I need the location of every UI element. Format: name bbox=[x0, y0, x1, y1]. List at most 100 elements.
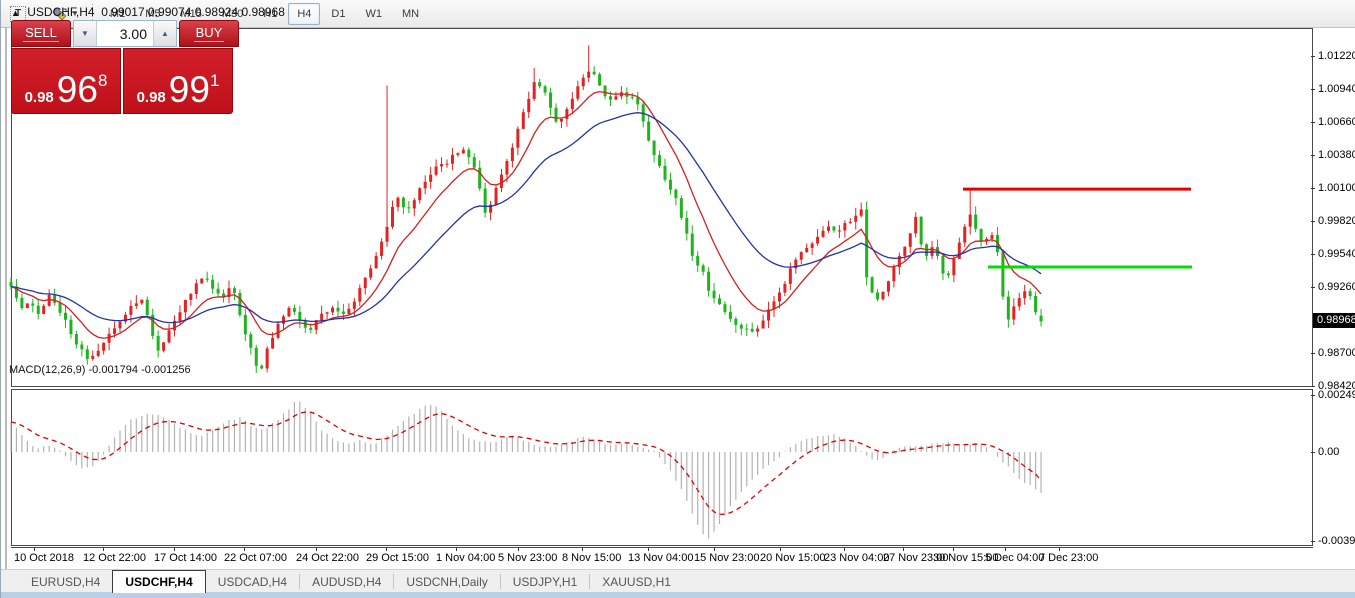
price-tick-label: 1.00380 bbox=[1318, 149, 1355, 161]
date-tick-label: 17 Oct 14:00 bbox=[154, 552, 217, 564]
axis-tick-mark bbox=[1311, 56, 1315, 57]
date-tick-mark bbox=[174, 548, 175, 551]
macd-indicator-label: MACD(12,26,9) -0.001794 -0.001256 bbox=[9, 364, 191, 376]
tab-usdchf-h4[interactable]: USDCHF,H4 bbox=[112, 570, 205, 593]
date-tick-mark bbox=[34, 548, 35, 551]
date-tick-mark bbox=[780, 548, 781, 551]
date-tick-label: 24 Oct 22:00 bbox=[296, 552, 359, 564]
macd-tick-label: -0.003913 bbox=[1318, 535, 1355, 547]
date-tick-label: 10 Oct 2018 bbox=[14, 552, 74, 564]
date-tick-label: 5 Nov 23:00 bbox=[498, 552, 557, 564]
volume-input[interactable] bbox=[97, 21, 153, 46]
sell-price-pip: 8 bbox=[98, 71, 107, 91]
sell-button[interactable]: SELL bbox=[11, 20, 71, 47]
axis-tick-mark bbox=[1311, 353, 1315, 354]
timeframe-button-d1[interactable]: D1 bbox=[322, 3, 354, 25]
date-tick-mark bbox=[714, 548, 715, 551]
date-tick-mark bbox=[103, 548, 104, 551]
sell-price-big: 96 bbox=[57, 75, 98, 105]
sell-price-button[interactable]: 0.98 96 8 bbox=[11, 48, 121, 114]
buy-button-label: BUY bbox=[194, 25, 225, 42]
mt4-window: T ▼ M1M5M15M30H1H4D1W1MN 10 Oct 201812 O… bbox=[0, 0, 1355, 598]
one-click-trading-panel: SELL ▼ ▲ BUY 0.98 96 8 0.98 bbox=[11, 20, 233, 114]
tab-usdcad-h4[interactable]: USDCAD,H4 bbox=[206, 570, 299, 593]
date-tick-label: 7 Dec 23:00 bbox=[1039, 552, 1098, 564]
volume-increment-button[interactable]: ▲ bbox=[153, 21, 176, 46]
collapse-triangle-icon[interactable]: ▲ bbox=[11, 8, 20, 18]
ohlc-close: 0.98968 bbox=[241, 5, 284, 19]
volume-decrement-button[interactable]: ▼ bbox=[74, 21, 97, 46]
axis-tick-mark bbox=[1311, 254, 1315, 255]
axis-tick-mark bbox=[1311, 155, 1315, 156]
date-tick-label: 22 Oct 07:00 bbox=[224, 552, 287, 564]
date-tick-label: 8 Nov 15:00 bbox=[562, 552, 621, 564]
date-tick-label: 15 Nov 23:00 bbox=[694, 552, 759, 564]
price-tick-label: 0.99820 bbox=[1318, 215, 1355, 227]
buy-price-button[interactable]: 0.98 99 1 bbox=[123, 48, 233, 114]
date-tick-mark bbox=[1059, 548, 1060, 551]
axis-tick-mark bbox=[1311, 287, 1315, 288]
axis-tick-mark bbox=[1311, 89, 1315, 90]
chart-ohlc-header: ▲ USDCHF,H4 0.99017 0.99074 0.98924 0.98… bbox=[11, 5, 285, 19]
date-tick-label: 12 Oct 22:00 bbox=[83, 552, 146, 564]
price-tick-label: 1.00660 bbox=[1318, 116, 1355, 128]
axis-tick-mark bbox=[1311, 188, 1315, 189]
tab-usdcnh-daily[interactable]: USDCNH,Daily bbox=[394, 570, 499, 593]
tab-audusd-h4[interactable]: AUDUSD,H4 bbox=[300, 570, 393, 593]
price-tick-label: 0.99260 bbox=[1318, 281, 1355, 293]
current-price-label: 0.98968 bbox=[1313, 313, 1355, 328]
date-tick-mark bbox=[903, 548, 904, 551]
timeframe-button-w1[interactable]: W1 bbox=[356, 3, 391, 25]
axis-tick-mark bbox=[1311, 221, 1315, 222]
price-tick-label: 0.99540 bbox=[1318, 248, 1355, 260]
macd-name: MACD(12,26,9) bbox=[9, 364, 85, 376]
buy-button[interactable]: BUY bbox=[179, 20, 239, 47]
date-tick-mark bbox=[518, 548, 519, 551]
date-tick-label: 5 Dec 04:00 bbox=[985, 552, 1044, 564]
buy-price-prefix: 0.98 bbox=[137, 90, 166, 105]
date-tick-mark bbox=[456, 548, 457, 551]
macd-tick-label: 0.00 bbox=[1318, 446, 1339, 458]
buy-price-pip: 1 bbox=[210, 71, 219, 91]
date-tick-label: 29 Oct 15:00 bbox=[366, 552, 429, 564]
tab-usdjpy-h1[interactable]: USDJPY,H1 bbox=[501, 570, 589, 593]
date-axis: 10 Oct 2018 12 Oct 22:00 17 Oct 14:00 22 Oc… bbox=[11, 547, 1313, 570]
ohlc-high: 0.99074 bbox=[148, 5, 191, 19]
date-tick-mark bbox=[953, 548, 954, 551]
triangle-up-icon: ▲ bbox=[161, 29, 169, 38]
tab-xauusd-h1[interactable]: XAUUSD,H1 bbox=[590, 570, 683, 593]
sell-price-prefix: 0.98 bbox=[25, 90, 54, 105]
date-tick-label: 20 Nov 15:00 bbox=[760, 552, 825, 564]
macd-values: -0.001794 -0.001256 bbox=[88, 364, 190, 376]
date-tick-mark bbox=[582, 548, 583, 551]
price-tick-label: 1.00940 bbox=[1318, 83, 1355, 95]
date-tick-label: 13 Nov 04:00 bbox=[628, 552, 693, 564]
date-tick-mark bbox=[844, 548, 845, 551]
tab-eurusd-h4[interactable]: EURUSD,H4 bbox=[19, 570, 112, 593]
tab-bar-lead bbox=[1, 570, 19, 593]
ohlc-low: 0.98924 bbox=[195, 5, 238, 19]
axis-tick-mark bbox=[1311, 452, 1315, 453]
axis-tick-mark bbox=[1311, 122, 1315, 123]
volume-control: ▼ ▲ bbox=[73, 20, 177, 47]
date-tick-label: 1 Nov 04:00 bbox=[436, 552, 495, 564]
date-tick-mark bbox=[244, 548, 245, 551]
chart-symbol-label: USDCHF,H4 bbox=[27, 5, 94, 19]
axis-tick-mark bbox=[1311, 395, 1315, 396]
timeframe-button-mn[interactable]: MN bbox=[393, 3, 428, 25]
axis-tick-mark bbox=[1311, 386, 1315, 387]
chart-tab-bar: EURUSD,H4USDCHF,H4USDCAD,H4AUDUSD,H4USDC… bbox=[1, 569, 1355, 593]
sell-button-label: SELL bbox=[23, 25, 59, 42]
macd-tick-label: 0.002492 bbox=[1318, 389, 1355, 401]
price-tick-label: 1.01220 bbox=[1318, 50, 1355, 62]
timeframe-button-h4[interactable]: H4 bbox=[288, 3, 320, 25]
ohlc-open: 0.99017 bbox=[101, 5, 144, 19]
macd-pane[interactable] bbox=[11, 389, 1313, 546]
date-tick-mark bbox=[386, 548, 387, 551]
triangle-down-icon: ▼ bbox=[81, 29, 89, 38]
axis-tick-mark bbox=[1311, 541, 1315, 542]
date-tick-mark bbox=[648, 548, 649, 551]
price-tick-label: 0.98700 bbox=[1318, 347, 1355, 359]
buy-price-big: 99 bbox=[169, 75, 210, 105]
date-tick-label: 23 Nov 04:00 bbox=[824, 552, 889, 564]
